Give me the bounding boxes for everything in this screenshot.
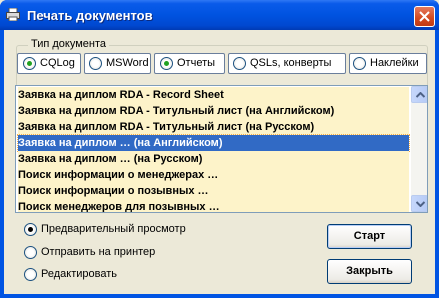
start-button[interactable]: Старт (327, 224, 412, 249)
output-option-label: Предварительный просмотр (41, 223, 186, 235)
list-scrollbar[interactable] (411, 86, 427, 212)
doc-type-label: MSWord (106, 57, 149, 69)
doc-type-label: Наклейки (370, 57, 419, 69)
radio-preview[interactable] (24, 223, 37, 236)
close-button[interactable]: Закрыть (327, 259, 412, 284)
scroll-up-button[interactable] (411, 86, 427, 103)
scroll-down-button[interactable] (411, 195, 427, 212)
list-item[interactable]: Поиск информации о менеджерах … (18, 167, 409, 183)
radio-labels[interactable] (353, 57, 366, 70)
list-item[interactable]: Поиск информации о позывных … (18, 183, 409, 199)
output-option-label: Отправить на принтер (41, 246, 156, 258)
doc-type-group-title: Тип документа (28, 38, 110, 50)
radio-print[interactable] (24, 246, 37, 259)
radio-reports[interactable] (160, 57, 173, 70)
list-item-selected[interactable]: Заявка на диплом … (на Английском) (17, 134, 410, 152)
printer-icon (6, 7, 20, 22)
output-option-label: Редактировать (41, 268, 117, 280)
chevron-down-icon (416, 201, 425, 207)
doc-type-label: CQLog (40, 57, 75, 69)
radio-edit[interactable] (24, 268, 37, 281)
close-window-button[interactable] (414, 6, 435, 27)
radio-qsls[interactable] (233, 57, 246, 70)
close-icon (419, 11, 430, 22)
doc-type-label: Отчеты (177, 57, 216, 69)
dialog-body: Тип документа CQLog MSWord Отчеты QSLs, … (4, 30, 435, 294)
window-title: Печать документов (27, 8, 153, 23)
list-item[interactable]: Заявка на диплом … (на Русском) (18, 151, 409, 167)
list-item[interactable]: Поиск менеджеров для позывных … (18, 199, 409, 212)
chevron-up-icon (416, 92, 425, 98)
title-bar[interactable]: Печать документов (0, 0, 439, 30)
list-item[interactable]: Заявка на диплом RDA - Record Sheet (18, 87, 409, 103)
document-list[interactable]: Заявка на диплом RDA - Record Sheet Заяв… (15, 85, 428, 213)
radio-msword[interactable] (89, 57, 102, 70)
doc-type-label: QSLs, конверты (250, 57, 332, 69)
list-item[interactable]: Заявка на диплом RDA - Титульный лист (н… (18, 119, 409, 135)
window: Печать документов Тип документа CQLog MS… (0, 0, 439, 298)
radio-cqlog[interactable] (23, 57, 36, 70)
list-item[interactable]: Заявка на диплом RDA - Титульный лист (н… (18, 103, 409, 119)
